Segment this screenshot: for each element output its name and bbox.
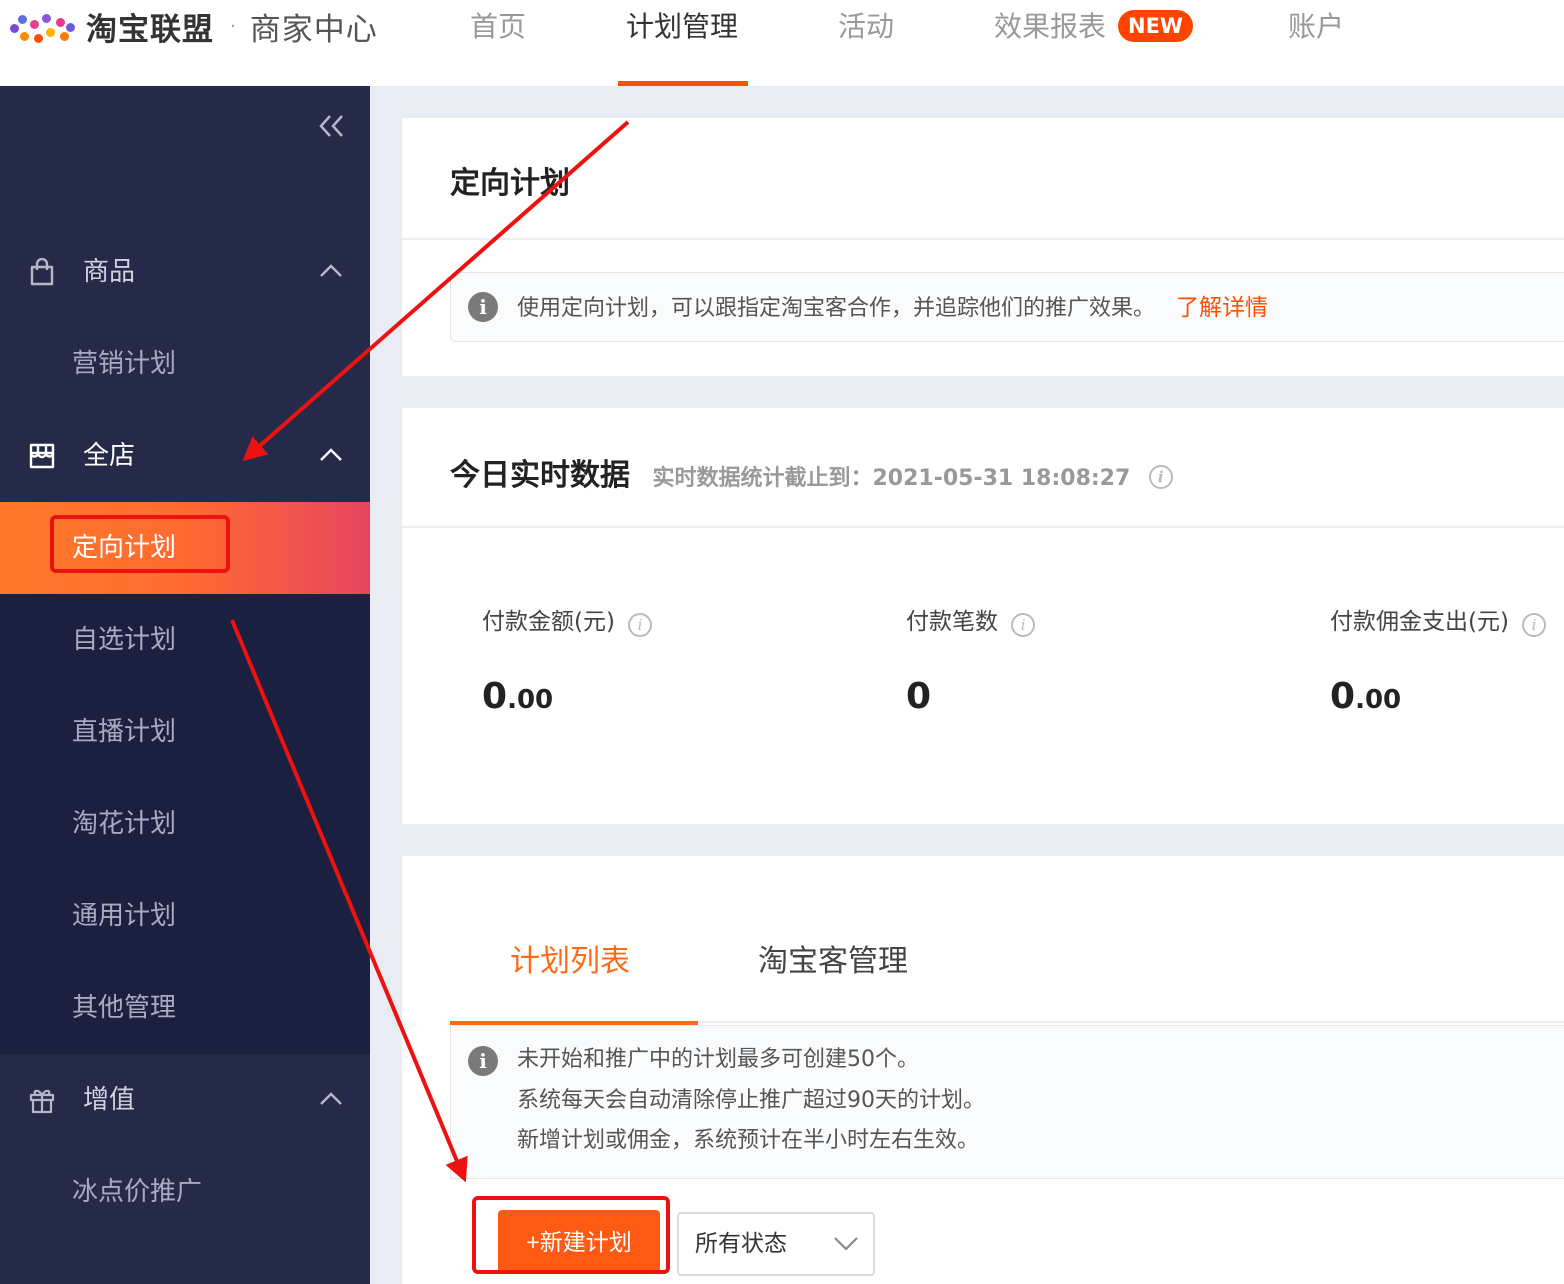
collapse-sidebar-icon[interactable]	[316, 110, 348, 142]
annotation-highlight-box	[50, 515, 230, 573]
plan-intro-notice: i 使用定向计划，可以跟指定淘宝客合作，并追踪他们的推广效果。 了解详情	[450, 272, 1564, 342]
metric-label: 付款金额(元)	[482, 609, 615, 635]
sidebar-group-products[interactable]: 商品	[0, 226, 370, 318]
metric-value-dec: .00	[1355, 685, 1402, 715]
metric-commission-expense: 付款佣金支出(元) i 0.00	[1330, 602, 1564, 717]
sidebar-group-label: 全店	[83, 441, 136, 471]
chevron-up-icon	[320, 264, 342, 277]
gift-icon	[29, 1089, 55, 1114]
sidebar-item-marketing-plan[interactable]: 营销计划	[0, 318, 370, 410]
metric-value-int: 0	[1330, 676, 1356, 717]
chevron-down-icon	[834, 1237, 858, 1251]
sidebar-item-label: 直播计划	[72, 717, 177, 747]
sidebar-item-freezing-price-promo[interactable]: 冰点价推广	[0, 1146, 370, 1238]
help-icon[interactable]: i	[628, 612, 653, 637]
annotation-highlight-box	[472, 1196, 670, 1274]
sidebar-item-label: 营销计划	[72, 349, 177, 379]
tab-plan-list[interactable]: 计划列表	[510, 936, 630, 980]
page-title: 定向计划	[450, 166, 570, 201]
sidebar-item-other-management[interactable]: 其他管理	[0, 962, 370, 1054]
tab-taobaoke-management[interactable]: 淘宝客管理	[758, 936, 908, 980]
info-icon: i	[468, 292, 498, 322]
plan-list-notice: i 未开始和推广中的计划最多可创建50个。 系统每天会自动清除停止推广超过90天…	[450, 1025, 1564, 1179]
notice-line: 未开始和推广中的计划最多可创建50个。	[517, 1047, 919, 1072]
metric-value: 0.00	[1330, 676, 1401, 717]
chevron-up-icon	[320, 448, 342, 461]
alimama-logo-icon	[8, 6, 75, 46]
sidebar-group-label: 增值	[83, 1085, 136, 1115]
metric-value: 0	[906, 676, 931, 717]
sidebar-group-whole-store[interactable]: 全店	[0, 410, 370, 502]
nav-active-indicator	[618, 81, 748, 86]
help-icon[interactable]: i	[1522, 612, 1547, 637]
brand-separator: ·	[230, 15, 236, 37]
plan-intro-notice-text: 使用定向计划，可以跟指定淘宝客合作，并追踪他们的推广效果。 了解详情	[517, 288, 1268, 329]
chevron-up-icon	[320, 1092, 342, 1105]
realtime-timestamp: 2021-05-31 18:08:27	[872, 466, 1131, 491]
learn-more-link[interactable]: 了解详情	[1176, 295, 1268, 321]
nav-account[interactable]: 账户	[1288, 8, 1344, 48]
sidebar: 商品 营销计划 全店 定向计划 自选计划 直播计划 淘花计划 通用计划 其他管理	[0, 86, 370, 1284]
help-icon[interactable]: i	[1148, 464, 1173, 489]
metric-label: 付款佣金支出(元)	[1330, 609, 1509, 635]
card-divider	[402, 526, 1564, 528]
store-icon	[29, 443, 55, 469]
metric-value-dec: .00	[507, 685, 554, 715]
sidebar-item-label: 冰点价推广	[72, 1177, 203, 1207]
notice-line: 新增计划或佣金，系统预计在半小时左右生效。	[517, 1128, 980, 1153]
nav-reports[interactable]: 效果报表 NEW	[994, 8, 1194, 48]
brand-subtitle: 商家中心	[249, 11, 378, 48]
sidebar-item-label: 通用计划	[72, 901, 177, 931]
sidebar-item-label: 自选计划	[72, 625, 177, 655]
metric-value: 0.00	[482, 676, 553, 717]
sidebar-item-self-select-plan[interactable]: 自选计划	[0, 594, 370, 686]
sidebar-group-label: 商品	[83, 257, 136, 287]
status-select-value: 所有状态	[695, 1231, 787, 1257]
realtime-header: 今日实时数据 实时数据统计截止到：2021-05-31 18:08:27 i	[450, 450, 1173, 494]
sidebar-item-label: 其他管理	[72, 993, 177, 1023]
sidebar-item-live-plan[interactable]: 直播计划	[0, 686, 370, 778]
nav-home[interactable]: 首页	[470, 8, 526, 48]
shopping-bag-icon	[30, 258, 54, 286]
metric-payment-amount: 付款金额(元) i 0.00	[482, 602, 782, 717]
metric-value-int: 0	[482, 676, 508, 717]
top-bar: 淘宝联盟 · 商家中心 首页 计划管理 活动 效果报表 NEW 账户	[0, 0, 1564, 86]
nav-activities[interactable]: 活动	[838, 8, 894, 48]
brand-name: 淘宝联盟	[86, 11, 214, 48]
new-badge: NEW	[1118, 10, 1194, 42]
notice-line: 系统每天会自动清除停止推广超过90天的计划。	[517, 1088, 985, 1113]
sidebar-item-general-plan[interactable]: 通用计划	[0, 870, 370, 962]
sidebar-group-value-added[interactable]: 增值	[0, 1054, 370, 1146]
realtime-title: 今日实时数据	[450, 458, 630, 493]
nav-plan-management[interactable]: 计划管理	[626, 8, 738, 48]
status-select[interactable]: 所有状态	[677, 1212, 875, 1276]
metric-value-int: 0	[906, 676, 932, 717]
sidebar-item-label: 淘花计划	[72, 809, 177, 839]
metric-payment-count: 付款笔数 i 0	[906, 602, 1206, 717]
card-divider	[402, 238, 1564, 240]
info-icon: i	[468, 1046, 498, 1076]
sidebar-item-taohua-plan[interactable]: 淘花计划	[0, 778, 370, 870]
metric-label: 付款笔数	[906, 609, 998, 635]
brand[interactable]: 淘宝联盟 · 商家中心	[8, 4, 378, 48]
nav-reports-label: 效果报表	[994, 10, 1107, 43]
notice-message: 使用定向计划，可以跟指定淘宝客合作，并追踪他们的推广效果。	[517, 296, 1156, 321]
plan-intro-card: 定向计划 i 使用定向计划，可以跟指定淘宝客合作，并追踪他们的推广效果。 了解详…	[402, 118, 1564, 376]
help-icon[interactable]: i	[1011, 612, 1036, 637]
realtime-data-card: 今日实时数据 实时数据统计截止到：2021-05-31 18:08:27 i 付…	[402, 408, 1564, 824]
realtime-hint-label: 实时数据统计截止到：	[652, 466, 873, 491]
